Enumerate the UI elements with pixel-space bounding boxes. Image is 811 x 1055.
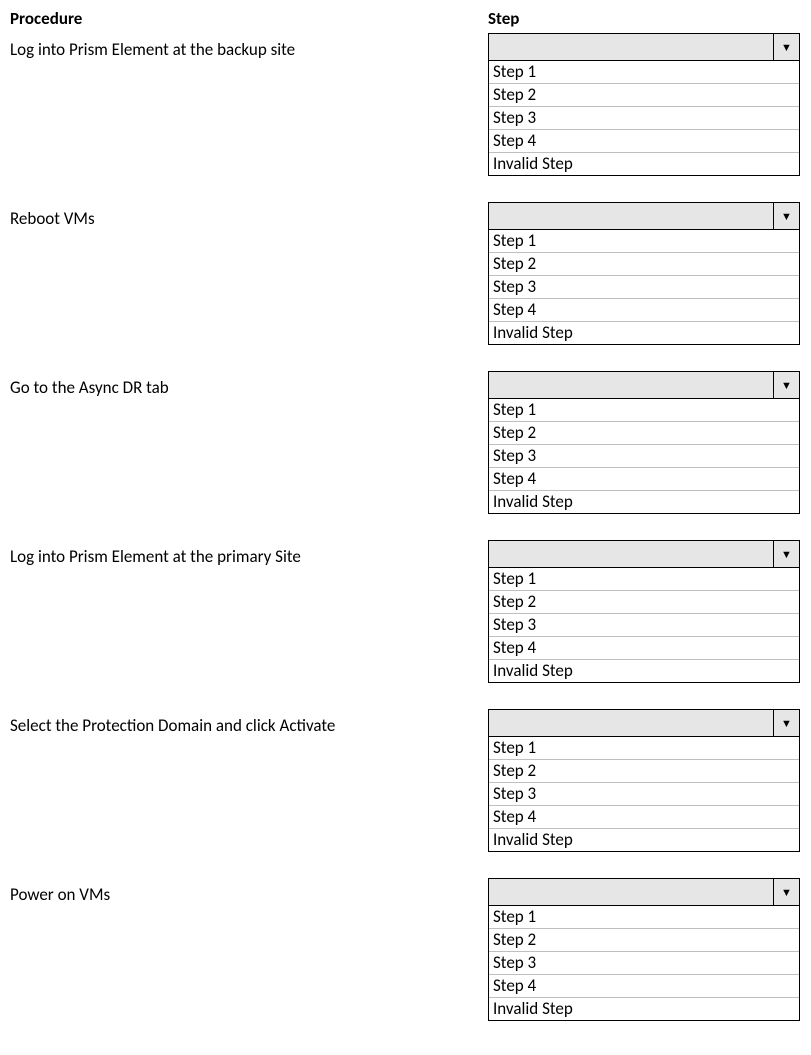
dropdown-selected-value <box>489 34 773 60</box>
dropdown-selected-value <box>489 203 773 229</box>
procedure-row: Log into Prism Element at the backup sit… <box>10 33 801 176</box>
procedure-row: Go to the Async DR tab▼Step 1Step 2Step … <box>10 371 801 514</box>
dropdown-option[interactable]: Step 3 <box>489 952 799 975</box>
dropdown-option[interactable]: Step 1 <box>489 737 799 760</box>
dropdown-option[interactable]: Step 4 <box>489 468 799 491</box>
dropdown-option[interactable]: Invalid Step <box>489 829 799 851</box>
step-block: ▼Step 1Step 2Step 3Step 4Invalid Step <box>488 878 800 1021</box>
dropdown-options: Step 1Step 2Step 3Step 4Invalid Step <box>488 906 800 1021</box>
step-dropdown[interactable]: ▼ <box>488 33 800 61</box>
dropdown-selected-value <box>489 541 773 567</box>
step-block: ▼Step 1Step 2Step 3Step 4Invalid Step <box>488 709 800 852</box>
step-dropdown[interactable]: ▼ <box>488 540 800 568</box>
header-step: Step <box>488 8 800 29</box>
step-dropdown[interactable]: ▼ <box>488 371 800 399</box>
dropdown-option[interactable]: Step 3 <box>489 783 799 806</box>
dropdown-options: Step 1Step 2Step 3Step 4Invalid Step <box>488 568 800 683</box>
step-dropdown[interactable]: ▼ <box>488 709 800 737</box>
chevron-down-icon[interactable]: ▼ <box>773 879 799 905</box>
chevron-down-icon[interactable]: ▼ <box>773 34 799 60</box>
dropdown-option[interactable]: Invalid Step <box>489 153 799 175</box>
dropdown-option[interactable]: Step 1 <box>489 61 799 84</box>
dropdown-options: Step 1Step 2Step 3Step 4Invalid Step <box>488 399 800 514</box>
dropdown-selected-value <box>489 710 773 736</box>
dropdown-option[interactable]: Step 2 <box>489 760 799 783</box>
procedure-row: Power on VMs▼Step 1Step 2Step 3Step 4Inv… <box>10 878 801 1021</box>
dropdown-option[interactable]: Step 3 <box>489 276 799 299</box>
dropdown-selected-value <box>489 879 773 905</box>
procedure-label: Power on VMs <box>10 878 488 905</box>
procedure-label: Reboot VMs <box>10 202 488 229</box>
header-procedure: Procedure <box>10 8 488 29</box>
dropdown-option[interactable]: Step 2 <box>489 591 799 614</box>
dropdown-options: Step 1Step 2Step 3Step 4Invalid Step <box>488 230 800 345</box>
dropdown-option[interactable]: Step 3 <box>489 445 799 468</box>
procedure-label: Go to the Async DR tab <box>10 371 488 398</box>
step-block: ▼Step 1Step 2Step 3Step 4Invalid Step <box>488 540 800 683</box>
dropdown-option[interactable]: Invalid Step <box>489 998 799 1020</box>
chevron-down-icon[interactable]: ▼ <box>773 541 799 567</box>
dropdown-option[interactable]: Step 1 <box>489 906 799 929</box>
step-block: ▼Step 1Step 2Step 3Step 4Invalid Step <box>488 33 800 176</box>
dropdown-option[interactable]: Step 4 <box>489 130 799 153</box>
dropdown-option[interactable]: Step 1 <box>489 399 799 422</box>
dropdown-option[interactable]: Step 2 <box>489 422 799 445</box>
procedure-row: Select the Protection Domain and click A… <box>10 709 801 852</box>
step-dropdown[interactable]: ▼ <box>488 878 800 906</box>
dropdown-option[interactable]: Step 3 <box>489 107 799 130</box>
procedure-label: Select the Protection Domain and click A… <box>10 709 488 736</box>
procedure-row: Reboot VMs▼Step 1Step 2Step 3Step 4Inval… <box>10 202 801 345</box>
dropdown-option[interactable]: Invalid Step <box>489 322 799 344</box>
step-block: ▼Step 1Step 2Step 3Step 4Invalid Step <box>488 202 800 345</box>
dropdown-option[interactable]: Step 2 <box>489 929 799 952</box>
dropdown-option[interactable]: Step 2 <box>489 253 799 276</box>
chevron-down-icon[interactable]: ▼ <box>773 203 799 229</box>
dropdown-options: Step 1Step 2Step 3Step 4Invalid Step <box>488 737 800 852</box>
column-headers: Procedure Step <box>10 8 801 29</box>
procedure-row: Log into Prism Element at the primary Si… <box>10 540 801 683</box>
dropdown-option[interactable]: Step 2 <box>489 84 799 107</box>
step-dropdown[interactable]: ▼ <box>488 202 800 230</box>
step-block: ▼Step 1Step 2Step 3Step 4Invalid Step <box>488 371 800 514</box>
dropdown-option[interactable]: Invalid Step <box>489 491 799 513</box>
procedure-label: Log into Prism Element at the backup sit… <box>10 33 488 60</box>
dropdown-option[interactable]: Step 4 <box>489 975 799 998</box>
chevron-down-icon[interactable]: ▼ <box>773 372 799 398</box>
dropdown-option[interactable]: Step 1 <box>489 230 799 253</box>
procedure-label: Log into Prism Element at the primary Si… <box>10 540 488 567</box>
dropdown-options: Step 1Step 2Step 3Step 4Invalid Step <box>488 61 800 176</box>
dropdown-selected-value <box>489 372 773 398</box>
dropdown-option[interactable]: Step 4 <box>489 299 799 322</box>
dropdown-option[interactable]: Step 3 <box>489 614 799 637</box>
dropdown-option[interactable]: Step 4 <box>489 806 799 829</box>
dropdown-option[interactable]: Step 4 <box>489 637 799 660</box>
chevron-down-icon[interactable]: ▼ <box>773 710 799 736</box>
dropdown-option[interactable]: Step 1 <box>489 568 799 591</box>
dropdown-option[interactable]: Invalid Step <box>489 660 799 682</box>
